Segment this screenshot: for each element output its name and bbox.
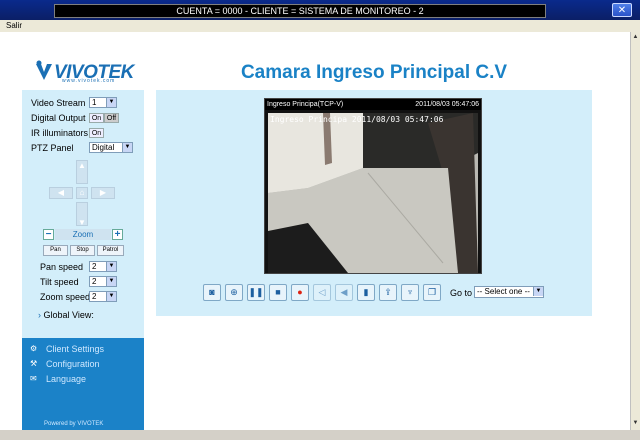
digital-output-on[interactable]: On — [89, 113, 104, 123]
video-timestamp: 2011/08/03 05:47:06 — [415, 101, 479, 108]
chevron-down-icon: ▼ — [533, 287, 543, 296]
chevron-down-icon: ▼ — [106, 277, 116, 286]
pan-speed-select[interactable]: 2 ▼ — [89, 261, 117, 272]
zoom-in-button[interactable]: + — [112, 229, 123, 240]
window-title: CUENTA = 0000 - CLIENTE = SISTEMA DE MON… — [54, 4, 546, 18]
menu-bar: Salir — [0, 20, 640, 32]
video-osd: Ingreso Principa 2011/08/03 05:47:06 — [270, 115, 444, 124]
horizontal-scrollbar[interactable] — [0, 430, 640, 440]
video-stream-label: Video Stream — [31, 98, 86, 108]
zoom-speed-select[interactable]: 2 ▼ — [89, 291, 117, 302]
speech-bubble-icon: ✉ — [30, 374, 37, 383]
zoom-icon: ⊕ — [230, 287, 238, 297]
vivotek-logo: VIVOTEK www.vivotek.com — [34, 58, 134, 88]
mute-button[interactable]: ◁ — [313, 284, 331, 301]
ir-label: IR illuminators — [31, 128, 89, 138]
page-title: Camara Ingreso Principal C.V — [240, 62, 508, 83]
logo-mark-icon — [36, 60, 52, 80]
ptz-down-button[interactable]: ▼ — [76, 202, 88, 227]
scroll-up-icon[interactable]: ▲ — [632, 33, 639, 41]
pause-button[interactable]: ❚❚ — [247, 284, 265, 301]
talk-button[interactable]: ♆ — [401, 284, 419, 301]
wrench-icon: ⚒ — [30, 359, 38, 368]
pan-button[interactable]: Pan — [43, 245, 68, 256]
record-button[interactable]: ● — [291, 284, 309, 301]
menu-exit[interactable]: Salir — [0, 21, 22, 30]
global-view-toggle[interactable]: › Global View: — [38, 310, 94, 320]
save-button[interactable]: ▮ — [357, 284, 375, 301]
zoom-label: Zoom — [55, 229, 111, 240]
scroll-down-icon[interactable]: ▼ — [632, 419, 639, 427]
volume-button[interactable]: ◀ — [335, 284, 353, 301]
ptz-panel-select[interactable]: Digital ▼ — [89, 142, 133, 153]
pan-speed-label: Pan speed — [40, 262, 84, 272]
zoom-bar: − Zoom + — [43, 229, 123, 240]
chevron-down-icon: ▼ — [106, 98, 116, 107]
chevron-down-icon: ▼ — [106, 262, 116, 271]
ptz-panel-label: PTZ Panel — [31, 143, 74, 153]
nav-configuration[interactable]: ⚒ Configuration — [30, 359, 100, 369]
tilt-speed-select[interactable]: 2 ▼ — [89, 276, 117, 287]
mute-icon: ◁ — [318, 287, 326, 297]
video-stream-name: Ingreso Principa(TCP-V) — [267, 101, 344, 108]
upload-icon: ⇪ — [384, 287, 392, 297]
nav-client-settings[interactable]: ⚙ Client Settings — [30, 344, 104, 354]
mic-icon: ♆ — [406, 287, 414, 297]
camera-image: Ingreso Principa 2011/08/03 05:47:06 — [268, 113, 478, 273]
logo-url: www.vivotek.com — [62, 78, 116, 84]
ptz-left-button[interactable]: ◀ — [49, 187, 73, 199]
digital-output-off[interactable]: Off — [104, 113, 119, 123]
save-icon: ▮ — [363, 287, 369, 297]
fullscreen-icon: ❐ — [427, 287, 437, 297]
video-stream-select[interactable]: 1 ▼ — [89, 97, 117, 108]
stop-button[interactable]: Stop — [70, 245, 95, 256]
ptz-home-button[interactable]: ⌂ — [76, 187, 88, 199]
chevron-down-icon: ▼ — [122, 143, 132, 152]
goto-label: Go to — [450, 288, 473, 298]
stop-video-button[interactable]: ■ — [269, 284, 287, 301]
tilt-speed-label: Tilt speed — [40, 277, 79, 287]
video-frame[interactable]: Ingreso Principa(TCP-V) 2011/08/03 05:47… — [264, 98, 482, 274]
snapshot-button[interactable]: ◙ — [203, 284, 221, 301]
digital-zoom-button[interactable]: ⊕ — [225, 284, 243, 301]
chevron-right-icon: › — [38, 310, 41, 320]
camera-scene — [268, 113, 478, 273]
powered-by: Powered by VIVOTEK — [44, 421, 104, 427]
fullscreen-button[interactable]: ❐ — [423, 284, 441, 301]
video-header: Ingreso Principa(TCP-V) 2011/08/03 05:47… — [265, 99, 481, 110]
stop-icon: ■ — [275, 287, 281, 297]
zoom-speed-label: Zoom speed — [40, 292, 91, 302]
nav-language[interactable]: ✉ Language — [30, 374, 86, 384]
close-icon: ✕ — [617, 5, 627, 16]
vertical-scrollbar[interactable]: ▲ ▼ — [630, 32, 640, 430]
window-titlebar: CUENTA = 0000 - CLIENTE = SISTEMA DE MON… — [0, 0, 640, 20]
zoom-out-button[interactable]: − — [43, 229, 54, 240]
patrol-button[interactable]: Patrol — [97, 245, 124, 256]
close-button[interactable]: ✕ — [612, 3, 632, 17]
gear-icon: ⚙ — [30, 344, 38, 353]
upload-button[interactable]: ⇪ — [379, 284, 397, 301]
volume-icon: ◀ — [340, 287, 348, 297]
digital-output-label: Digital Output — [31, 113, 86, 123]
chevron-down-icon: ▼ — [106, 292, 116, 301]
ir-on-button[interactable]: On — [89, 128, 104, 138]
record-icon: ● — [297, 287, 303, 297]
ptz-up-button[interactable]: ▲ — [76, 160, 88, 184]
pause-icon: ❚❚ — [248, 287, 264, 297]
camera-icon: ◙ — [209, 287, 215, 297]
ptz-right-button[interactable]: ▶ — [91, 187, 115, 199]
ptz-pad: ▲ ▼ ◀ ▶ ⌂ — [49, 160, 115, 227]
goto-select[interactable]: -- Select one -- ▼ — [474, 286, 544, 298]
